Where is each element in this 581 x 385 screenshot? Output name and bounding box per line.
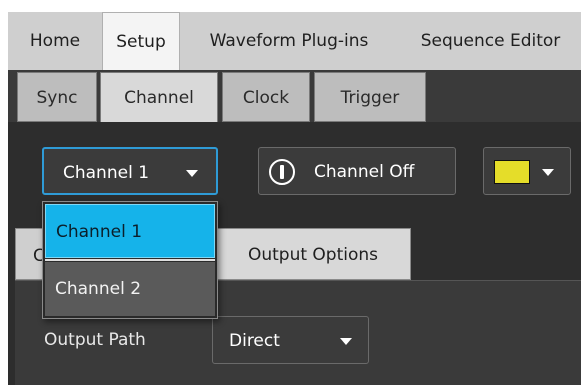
tab-waveform-plug-ins[interactable]: Waveform Plug-ins [187, 12, 391, 70]
tab-clock[interactable]: Clock [222, 72, 310, 122]
tab-home[interactable]: Home [14, 12, 96, 70]
tab-trigger[interactable]: Trigger [314, 72, 426, 122]
chevron-down-icon [186, 170, 198, 177]
channel-dropdown-list: Channel 1 Channel 2 [42, 201, 218, 319]
channel-color-select[interactable] [483, 147, 571, 195]
dropdown-separator [45, 259, 215, 261]
tab-output-options[interactable]: Output Options [215, 228, 411, 280]
output-path-label: Output Path [44, 330, 146, 350]
chevron-down-icon [542, 169, 554, 176]
output-path-select[interactable]: Direct [212, 316, 369, 364]
channel-select[interactable]: Channel 1 [42, 147, 218, 195]
tab-setup[interactable]: Setup [102, 12, 180, 70]
tab-channel[interactable]: Channel [100, 72, 218, 124]
color-swatch [494, 160, 530, 184]
channel-off-label: Channel Off [314, 162, 415, 182]
channel-select-value: Channel 1 [63, 163, 150, 183]
dropdown-option-channel-1[interactable]: Channel 1 [45, 204, 215, 258]
dropdown-option-channel-2[interactable]: Channel 2 [45, 262, 215, 316]
output-path-value: Direct [229, 331, 280, 351]
tab-sync[interactable]: Sync [17, 72, 97, 122]
chevron-down-icon [340, 338, 352, 345]
channel-off-button[interactable]: Channel Off [258, 147, 456, 195]
tab-sequence-editor[interactable]: Sequence Editor [400, 12, 581, 70]
power-icon [269, 159, 295, 185]
